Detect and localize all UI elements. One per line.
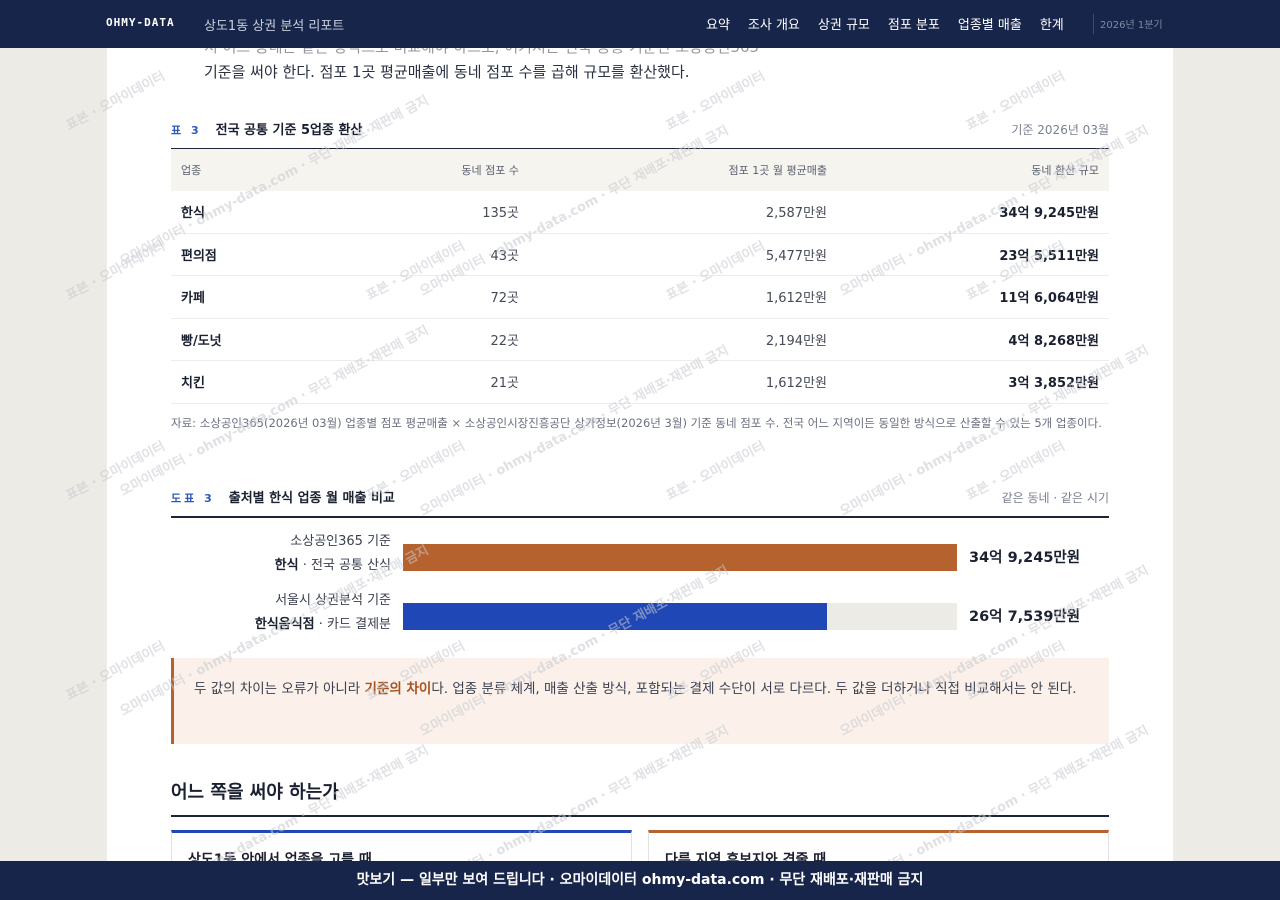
cell-type: 빵/도넛 [171, 318, 351, 361]
nav-item-market-size[interactable]: 상권 규모 [818, 14, 870, 33]
figure-heading: 도표 3 출처별 한식 업종 월 매출 비교 같은 동네 · 같은 시기 [171, 487, 1109, 506]
business-type-table: 업종 동네 점포 수 점포 1곳 월 평균매출 동네 환산 규모 한식 135곳… [171, 148, 1109, 404]
table-source-note: 자료: 소상공인365(2026년 03월) 업종별 점포 평균매출 × 소상공… [171, 416, 1102, 430]
intro-text: 기준을 써야 한다. 점포 1곳 평균매출에 동네 점포 수를 곱해 규모를 환… [204, 63, 690, 81]
callout-highlight: 기준의 차이 [364, 681, 432, 697]
report-title: 상도1동 상권 분석 리포트 [204, 19, 345, 34]
chart-bar-track [403, 603, 957, 630]
chart-bar [403, 544, 957, 571]
bar-category: 한식 [274, 558, 299, 573]
table-row: 빵/도넛 22곳 2,194만원 4억 8,268만원 [171, 318, 1109, 361]
bar-category: 한식음식점 [254, 617, 315, 632]
period-label: 2026년 1분기 [1100, 20, 1163, 31]
bar-source: 소상공인365 기준 [290, 534, 391, 549]
cell-stores: 22곳 [351, 318, 529, 361]
nav-links: 요약 조사 개요 상권 규모 점포 분포 업종별 매출 한계 [706, 14, 1064, 33]
callout-text-start: 두 값의 차이는 오류가 아니라 [194, 681, 365, 697]
section-heading: 어느 쪽을 써야 하는가 [171, 782, 339, 803]
figure-meta: 같은 동네 · 같은 시기 [1001, 491, 1109, 505]
cell-avg-sales: 5,477만원 [529, 233, 837, 276]
table-row: 치킨 21곳 1,612만원 3억 3,852만원 [171, 360, 1109, 404]
nav-divider [1093, 14, 1094, 34]
figure-rule [171, 516, 1109, 518]
col-header-avg-sales: 점포 1곳 월 평균매출 [529, 148, 837, 191]
nav-item-summary[interactable]: 요약 [706, 14, 730, 33]
col-header-type: 업종 [171, 148, 351, 191]
table-row: 카페 72곳 1,612만원 11억 6,064만원 [171, 275, 1109, 319]
col-header-scale: 동네 환산 규모 [837, 148, 1109, 191]
nav-item-store-distribution[interactable]: 점포 분포 [888, 14, 940, 33]
section-rule [171, 815, 1109, 817]
cell-scale: 23억 5,511만원 [837, 233, 1109, 276]
table-number: 표 3 [171, 124, 202, 137]
cell-avg-sales: 1,612만원 [529, 275, 837, 319]
preview-footer-banner: 맛보기 — 일부만 보여 드립니다 · 오마이데이터 ohmy-data.com… [0, 861, 1280, 900]
cell-stores: 21곳 [351, 360, 529, 404]
table-header-row: 업종 동네 점포 수 점포 1곳 월 평균매출 동네 환산 규모 [171, 148, 1109, 191]
cell-type: 카페 [171, 275, 351, 319]
table-row: 한식 135곳 2,587만원 34억 9,245만원 [171, 190, 1109, 234]
brand-logo[interactable]: OHMY-DATA [106, 16, 175, 29]
chart-bar-label: 소상공인365 기준 한식 · 전국 공통 산식 [275, 530, 391, 578]
chart-data-label: 34억 9,245만원 [969, 550, 1081, 566]
cell-scale: 4억 8,268만원 [837, 318, 1109, 361]
callout-note: 두 값의 차이는 오류가 아니라 기준의 차이다. 업종 분류 체계, 매출 산… [171, 658, 1109, 744]
cell-type: 치킨 [171, 360, 351, 404]
cell-scale: 11억 6,064만원 [837, 275, 1109, 319]
cell-avg-sales: 1,612만원 [529, 360, 837, 404]
cell-avg-sales: 2,587만원 [529, 190, 837, 234]
nav-item-limits[interactable]: 한계 [1040, 14, 1064, 33]
table-heading: 표 3 전국 공통 기준 5업종 환산 기준 2026년 03월 [171, 119, 1109, 138]
cell-stores: 135곳 [351, 190, 529, 234]
table-title: 전국 공통 기준 5업종 환산 [215, 123, 363, 138]
chart-bar-track [403, 544, 957, 571]
col-header-stores: 동네 점포 수 [351, 148, 529, 191]
callout-text-end: 다. 업종 분류 체계, 매출 산출 방식, 포함되는 결제 수단이 서로 다르… [431, 681, 1077, 697]
cell-scale: 34억 9,245만원 [837, 190, 1109, 234]
table-row: 편의점 43곳 5,477만원 23억 5,511만원 [171, 233, 1109, 276]
bar-method: · 카드 결제분 [314, 617, 391, 632]
chart-bar-row: 소상공인365 기준 한식 · 전국 공통 산식 34억 9,245만원 [171, 530, 1109, 586]
top-navigation: OHMY-DATA 상도1동 상권 분석 리포트 요약 조사 개요 상권 규모 … [0, 0, 1280, 48]
cell-type: 한식 [171, 190, 351, 234]
chart-bar-label: 서울시 상권분석 기준 한식음식점 · 카드 결제분 [255, 589, 391, 637]
chart-bar-row: 서울시 상권분석 기준 한식음식점 · 카드 결제분 26억 7,539만원 [171, 589, 1109, 645]
cell-type: 편의점 [171, 233, 351, 276]
figure-title: 출처별 한식 업종 월 매출 비교 [228, 491, 395, 506]
bar-source: 서울시 상권분석 기준 [275, 593, 391, 608]
figure-number: 도표 3 [171, 492, 215, 505]
nav-item-overview[interactable]: 조사 개요 [748, 14, 800, 33]
cell-stores: 72곳 [351, 275, 529, 319]
bar-method: · 전국 공통 산식 [298, 558, 391, 573]
cell-stores: 43곳 [351, 233, 529, 276]
cell-avg-sales: 2,194만원 [529, 318, 837, 361]
table-date: 기준 2026년 03월 [1011, 123, 1109, 137]
nav-item-sales-by-type[interactable]: 업종별 매출 [958, 14, 1022, 33]
chart-bar [403, 603, 828, 630]
chart-data-label: 26억 7,539만원 [969, 609, 1081, 625]
cell-scale: 3억 3,852만원 [837, 360, 1109, 404]
